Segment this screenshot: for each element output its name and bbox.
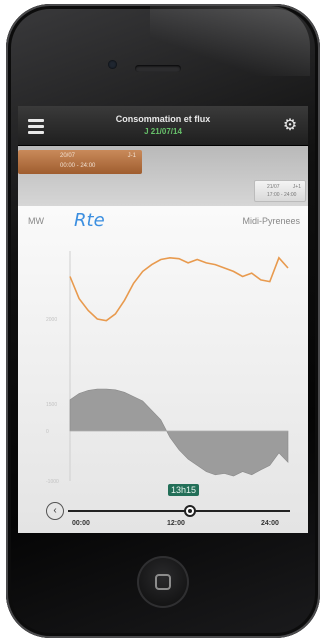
y-tick-label: 2000 [46,317,57,323]
chart-panel: MW Rte Midi-Pyrenees 2000 1500 0 -1000 13h1… [18,206,308,533]
hamburger-menu-icon[interactable] [26,116,46,136]
date-chip-other[interactable]: 21/07 17:00 - 24:00 J+1 [254,180,306,202]
date-chip-range: 17:00 - 24:00 [267,192,297,198]
x-tick-label: 12:00 [167,520,185,527]
front-camera [108,60,117,69]
date-chip-side: J+1 [292,184,301,190]
date-chip-date: 21/07 [267,184,280,190]
page-title: Consommation et flux [115,114,211,124]
gear-icon[interactable]: ⚙ [280,116,300,136]
home-square-icon [155,574,171,590]
date-selector: 20/07 00:00 - 24:00 J-1 21/07 17:00 - 24… [18,146,308,206]
date-chip-selected[interactable]: 20/07 00:00 - 24:00 J-1 [18,150,142,174]
date-chip-date: 20/07 [60,153,76,159]
navigation-bar: Consommation et flux J 21/07/14 ⚙ [18,106,308,146]
x-tick-label: 24:00 [261,520,279,527]
x-tick-label: 00:00 [72,520,90,527]
time-slider-track[interactable] [68,510,290,512]
y-tick-label: 0 [46,429,49,435]
consumption-chart[interactable]: 2000 1500 0 -1000 [18,206,308,506]
home-button[interactable] [137,556,189,608]
date-chip-range: 00:00 - 24:00 [60,163,96,169]
date-chip-side: J-1 [127,153,136,159]
page-subtitle: J 21/07/14 [144,127,182,136]
circle-arrow-left-icon[interactable]: ‹ [46,502,64,520]
earpiece-speaker [135,65,181,72]
consumption-line [69,256,289,322]
exchange-area [69,388,289,477]
y-tick-label: -1000 [46,479,59,485]
app-screen: Consommation et flux J 21/07/14 ⚙ 20/07 … [18,106,308,533]
current-time-badge: 13h15 [168,484,200,496]
time-slider-knob[interactable] [184,505,196,517]
y-tick-label: 1500 [46,402,57,408]
